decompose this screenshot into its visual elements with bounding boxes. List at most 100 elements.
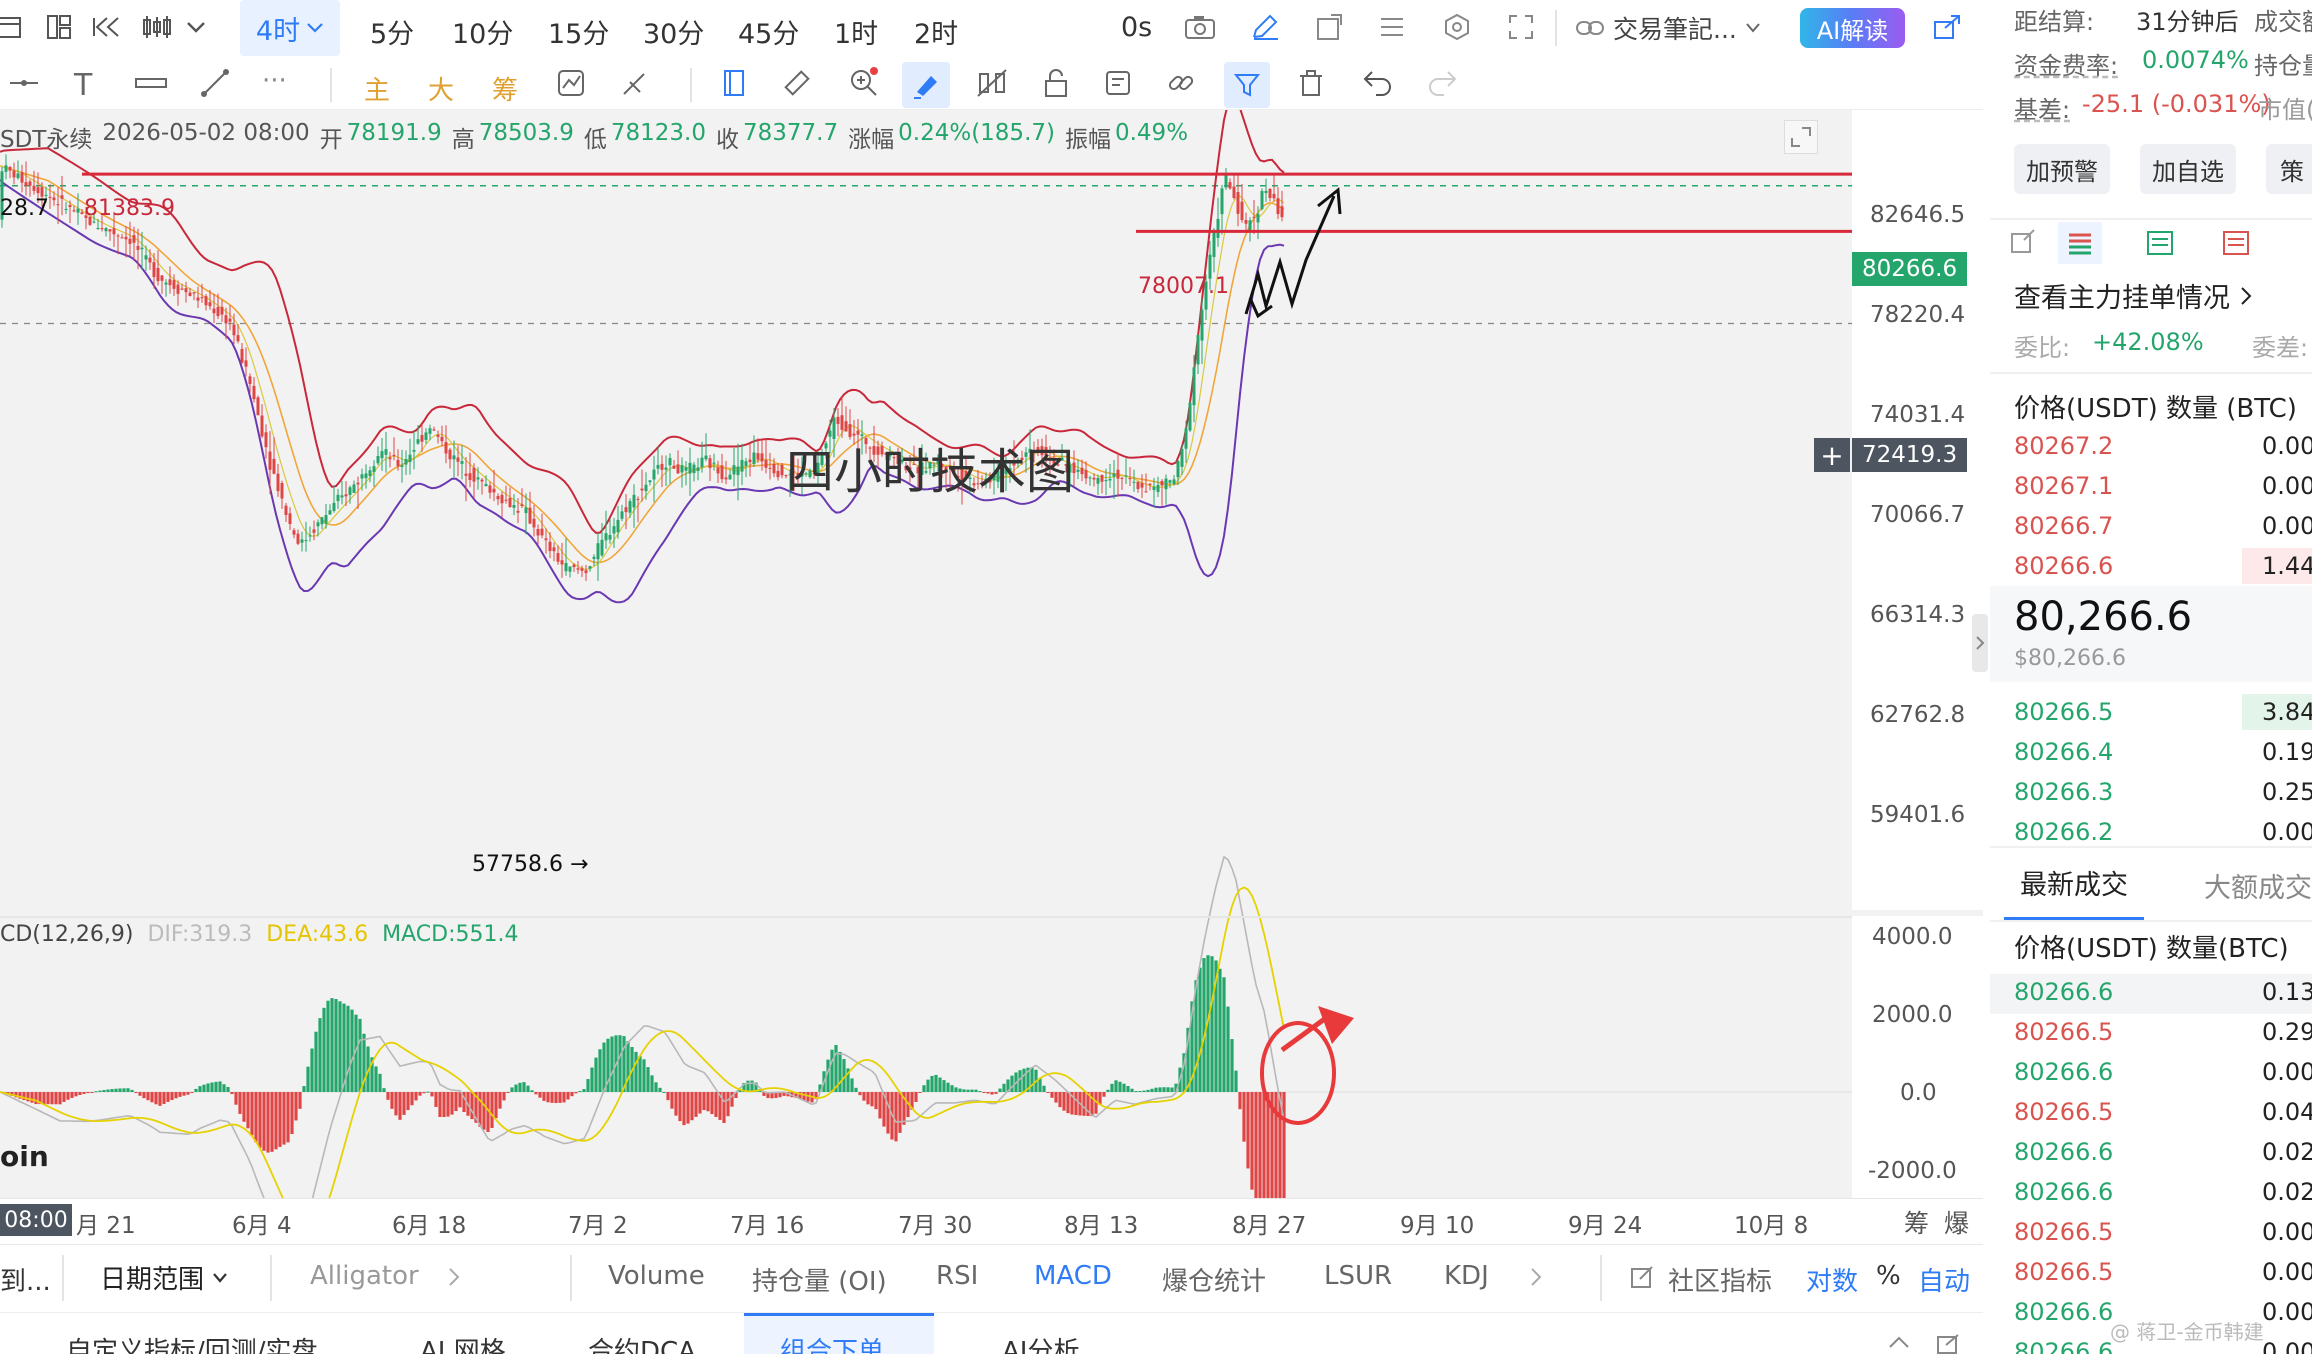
main-indicator-toggle[interactable]: 主 (364, 70, 390, 107)
add-alert-btn[interactable]: 加预警 (2014, 144, 2110, 194)
expand-icon[interactable] (1784, 120, 1818, 154)
tab-big-trades[interactable]: 大额成交 (2204, 866, 2312, 905)
community-indicators[interactable]: 社区指标 (1668, 1261, 1772, 1298)
horizontal-line-icon[interactable] (8, 70, 40, 96)
orderbook-bids-icon[interactable] (2146, 230, 2174, 256)
panel-collapse-handle[interactable] (1972, 614, 1988, 672)
layout-icon[interactable] (44, 12, 74, 42)
indicator-rsi[interactable]: RSI (936, 1261, 978, 1291)
rewind-icon[interactable] (90, 12, 122, 42)
chevron-right-icon[interactable] (448, 1267, 460, 1287)
macd-histogram-bar (482, 1092, 486, 1130)
tab-latest-trades[interactable]: 最新成交 (2004, 848, 2144, 920)
camera-icon[interactable] (1183, 12, 1217, 42)
tab-custom-indicators[interactable]: 自定义指标/回测/实盘 (66, 1331, 318, 1354)
redo-icon[interactable] (1426, 68, 1458, 98)
orderbook-view-both[interactable] (2058, 222, 2102, 264)
bookmark-icon[interactable] (720, 68, 748, 98)
macd-histogram-bar (130, 1089, 134, 1092)
link-chain-icon[interactable] (1166, 68, 1196, 98)
list-settings-icon[interactable] (1375, 12, 1409, 42)
interval-15m[interactable]: 15分 (548, 12, 609, 51)
trades-header[interactable]: 价格(USDT) 数量(BTC) (2014, 928, 2289, 965)
auto-scale-toggle[interactable]: 自动 (1918, 1261, 1970, 1298)
candle-body (96, 227, 100, 229)
trade-note-dropdown[interactable]: 交易筆記... (1575, 10, 1761, 46)
big-order-toggle[interactable]: 大 (428, 70, 454, 107)
strategy-btn[interactable]: 策 (2266, 144, 2312, 194)
tab-combo-order-active[interactable]: 组合下单 (744, 1313, 934, 1354)
ai-interpret-button[interactable]: AI解读 (1800, 8, 1905, 48)
chevron-right-icon[interactable] (1530, 1267, 1542, 1287)
indicator-oi[interactable]: 持仓量 (OI) (752, 1261, 887, 1298)
ask-price[interactable]: 80266.6 (2014, 552, 2113, 580)
macd-histogram-bar (994, 1092, 998, 1094)
hide-drawings-icon[interactable] (976, 68, 1008, 98)
candlestick-chart[interactable] (0, 110, 1983, 1240)
tab-contract-dca[interactable]: 合约DCA (588, 1331, 696, 1354)
interval-10m[interactable]: 10分 (452, 12, 513, 51)
indicator-lsur[interactable]: LSUR (1324, 1261, 1392, 1291)
date-tick: 月 21 (76, 1213, 136, 1239)
pencil-icon[interactable] (1248, 12, 1282, 42)
chevron-down-icon[interactable] (184, 14, 208, 40)
bid-price[interactable]: 80266.4 (2014, 738, 2113, 766)
filter-button[interactable] (1224, 62, 1270, 108)
bid-price[interactable]: 80266.2 (2014, 818, 2113, 846)
chips-axis-toggle[interactable]: 筹 (1904, 1204, 1929, 1240)
trash-icon[interactable] (1298, 68, 1324, 98)
bid-price[interactable]: 80266.5 (2014, 698, 2113, 726)
chevron-up-icon[interactable] (1888, 1335, 1910, 1349)
indicator-kdj[interactable]: KDJ (1444, 1261, 1489, 1291)
ruler-icon[interactable] (134, 70, 168, 96)
log-scale-toggle[interactable]: 对数 (1806, 1261, 1858, 1298)
add-favorite-btn[interactable]: 加自选 (2140, 144, 2236, 194)
interval-2h[interactable]: 2时 (914, 12, 958, 51)
interval-45m[interactable]: 45分 (738, 12, 799, 51)
chart-area[interactable]: SDT永续 2026-05-02 08:00 开 78191.9 高 78503.9… (0, 110, 1983, 1240)
text-tool-icon[interactable]: T (74, 68, 92, 103)
main-orders-link[interactable]: 查看主力挂单情况 (2014, 276, 2252, 315)
share-icon[interactable] (1930, 12, 1964, 42)
chips-toggle[interactable]: 筹 (492, 70, 518, 107)
interval-4h-dropdown[interactable]: 4时 (240, 0, 340, 56)
settings-icon[interactable] (1440, 12, 1474, 42)
tab-ai-grid[interactable]: AI 网格 (420, 1331, 506, 1354)
ask-price[interactable]: 80266.7 (2014, 512, 2113, 540)
draw-mode-button[interactable] (902, 62, 950, 108)
edit-icon[interactable] (1630, 1265, 1654, 1289)
tab-ai-analysis[interactable]: AI分析 (1002, 1331, 1079, 1354)
popout-icon[interactable] (2010, 228, 2036, 254)
undo-icon[interactable] (1362, 68, 1394, 98)
indicator-macd[interactable]: MACD (1034, 1261, 1112, 1291)
magnet-ruler-icon[interactable] (782, 68, 812, 98)
fullscreen-icon[interactable] (1504, 12, 1538, 42)
interval-30m[interactable]: 30分 (643, 12, 704, 51)
zoom-in-icon[interactable] (848, 66, 880, 98)
popout-icon[interactable] (1936, 1333, 1960, 1354)
orderbook-asks-icon[interactable] (2222, 230, 2250, 256)
trend-line-icon[interactable] (200, 68, 230, 98)
indicator-volume[interactable]: Volume (608, 1261, 705, 1291)
date-axis[interactable] (0, 1198, 1983, 1240)
ask-price[interactable]: 80267.2 (2014, 432, 2113, 460)
unlock-icon[interactable] (1042, 68, 1070, 98)
ask-price[interactable]: 80267.1 (2014, 472, 2113, 500)
edit-list-icon[interactable] (1104, 68, 1134, 98)
indicator-liquidation[interactable]: 爆仓统计 (1162, 1261, 1266, 1298)
more-tools-icon[interactable]: ··· (262, 66, 287, 96)
bid-price[interactable]: 80266.3 (2014, 778, 2113, 806)
date-range-dropdown[interactable]: 日期范围 (100, 1259, 228, 1296)
auto-pattern-icon[interactable] (556, 68, 586, 98)
add-alert-button[interactable]: + (1814, 438, 1850, 472)
candle-type-icon[interactable] (140, 12, 174, 42)
interval-5m[interactable]: 5分 (370, 12, 414, 51)
calendar-icon[interactable] (0, 12, 24, 42)
interval-1h[interactable]: 1时 (834, 12, 878, 51)
alligator-indicator[interactable]: Alligator (310, 1261, 419, 1291)
left-cut-item[interactable]: 到... (0, 1261, 51, 1298)
percent-scale-toggle[interactable]: % (1876, 1261, 1901, 1291)
brush-icon[interactable] (620, 68, 650, 98)
share-box-icon[interactable] (1312, 12, 1346, 42)
liquidation-axis-toggle[interactable]: 爆 (1944, 1204, 1969, 1240)
